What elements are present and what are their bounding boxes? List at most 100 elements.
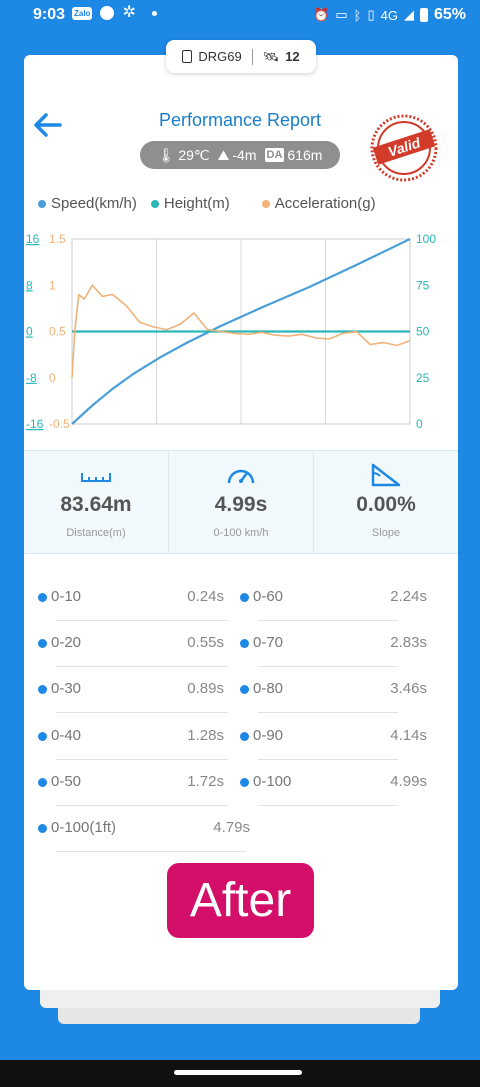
metric-slope: 0.00% Slope	[314, 451, 458, 553]
device-icon	[182, 50, 193, 63]
split-time: 2.83s	[390, 634, 427, 651]
acceleration-tick-label: 1.5	[49, 232, 66, 246]
speed-tick-label: 100	[416, 232, 436, 246]
split-time: 3.46s	[390, 680, 427, 697]
split-row: 0-100(1ft) 4.79s	[38, 806, 250, 852]
legend-speed-label: Speed(km/h)	[51, 195, 137, 212]
legend-height[interactable]: Height(m)	[150, 195, 230, 212]
split-time: 4.79s	[213, 819, 250, 836]
split-time: 0.89s	[187, 680, 224, 697]
split-divider	[56, 712, 228, 713]
speed-tick-label: 0	[416, 417, 423, 431]
mountain-icon: ⛰	[217, 146, 230, 163]
split-dot	[240, 778, 249, 787]
system-icons: ⏰ ▭ ᛒ ▯ 4G ◢ 65%	[313, 6, 466, 24]
split-time: 1.72s	[187, 773, 224, 790]
split-row: 0-50 1.72s	[38, 760, 238, 806]
zero-to-hundred-value: 4.99s	[214, 493, 268, 516]
nfc-icon: ▭	[335, 7, 348, 22]
conditions-pill: 🌡 29℃ ⛰ -4m DA 616m	[140, 141, 340, 169]
navigation-bar	[0, 1060, 480, 1087]
speed-tick-label: 75	[416, 278, 430, 292]
altitude-item: ⛰ -4m	[218, 147, 257, 164]
slope-icon	[371, 463, 401, 487]
distance-value: 83.64m	[60, 493, 132, 516]
split-row: 0-90 4.14s	[240, 714, 440, 760]
split-dot	[240, 639, 249, 648]
split-divider	[56, 851, 246, 852]
legend-acceleration-dot	[261, 199, 270, 208]
split-divider	[258, 805, 398, 806]
acceleration-tick-label: -0.5	[49, 417, 70, 431]
height-tick-label: -16	[26, 417, 44, 431]
alarm-icon: ⏰	[313, 7, 330, 22]
battery-percent: 65%	[433, 6, 466, 23]
device-name: DRG69	[198, 49, 242, 64]
home-handle[interactable]	[174, 1070, 302, 1075]
split-row: 0-20 0.55s	[38, 621, 238, 667]
ruler-icon	[81, 473, 111, 482]
distance-label: Distance(m)	[66, 527, 126, 539]
split-row: 0-80 3.46s	[240, 667, 440, 713]
split-time: 4.99s	[390, 773, 427, 790]
bluetooth-icon: ᛒ	[353, 7, 362, 23]
acceleration-tick-label: 0.5	[49, 325, 66, 339]
metrics-panel: 83.64m Distance(m) 4.99s 0-100 km/h 0.00…	[24, 450, 458, 554]
split-time: 0.24s	[187, 588, 224, 605]
zalo-icon: Zalo	[72, 6, 93, 20]
slope-value: 0.00%	[356, 493, 416, 516]
network-type: 4G	[380, 7, 398, 23]
thermometer-icon: 🌡	[157, 146, 176, 163]
split-dot	[240, 685, 249, 694]
pinwheel-icon: ✲	[122, 4, 136, 21]
split-dot	[38, 778, 47, 787]
temperature-item: 🌡 29℃	[158, 147, 210, 164]
split-dot	[38, 732, 47, 741]
split-dot	[38, 593, 47, 602]
legend-height-dot	[150, 199, 159, 208]
acceleration-tick-label: 0	[49, 371, 56, 385]
split-label: 0-10	[51, 588, 82, 605]
split-label: 0-40	[51, 727, 82, 744]
density-altitude-item: DA 616m	[264, 147, 322, 163]
chart-legend: Speed(km/h) Height(m) Acceleration(g)	[38, 195, 376, 212]
split-label: 0-80	[253, 680, 284, 697]
split-label: 0-30	[51, 680, 82, 697]
split-time: 2.24s	[390, 588, 427, 605]
height-tick-label: 8	[26, 278, 33, 292]
acceleration-tick-label: 1	[49, 278, 56, 292]
split-divider	[258, 712, 398, 713]
split-label: 0-60	[253, 588, 284, 605]
split-label: 0-70	[253, 634, 284, 651]
height-tick-label: -8	[26, 371, 37, 385]
speed-tick-label: 25	[416, 371, 430, 385]
split-row: 0-40 1.28s	[38, 714, 238, 760]
split-dot	[38, 685, 47, 694]
legend-speed-dot	[38, 199, 46, 208]
clock: 9:03	[33, 6, 66, 23]
height-tick-label: 0	[26, 325, 33, 339]
legend-speed[interactable]: Speed(km/h)	[38, 195, 137, 212]
split-label: 0-20	[51, 634, 82, 651]
split-row: 0-30 0.89s	[38, 667, 238, 713]
split-dot	[240, 732, 249, 741]
split-dot	[240, 593, 249, 602]
split-label: 0-100	[253, 773, 292, 790]
more-notifications-dot	[151, 10, 157, 16]
zero-to-hundred-label: 0-100 km/h	[213, 527, 269, 539]
vibrate-icon: ▯	[367, 7, 375, 22]
split-row: 0-10 0.24s	[38, 575, 238, 621]
split-dot	[38, 824, 47, 833]
split-label: 0-50	[51, 773, 82, 790]
legend-acceleration[interactable]: Acceleration(g)	[261, 195, 376, 212]
notification-icons: Zalo ✲	[72, 4, 157, 21]
split-dot	[38, 639, 47, 648]
status-bar: 9:03 Zalo ✲ ⏰ ▭ ᛒ ▯ 4G ◢ 65%	[0, 0, 480, 30]
satellite-count: 12	[285, 49, 300, 64]
device-pill[interactable]: DRG69 🛰 12	[166, 40, 316, 73]
pill-divider	[251, 48, 253, 65]
metric-zero-to-hundred: 4.99s 0-100 km/h	[169, 451, 314, 553]
split-row: 0-60 2.24s	[240, 575, 440, 621]
legend-height-label: Height(m)	[163, 195, 230, 212]
slope-label: Slope	[371, 527, 401, 539]
